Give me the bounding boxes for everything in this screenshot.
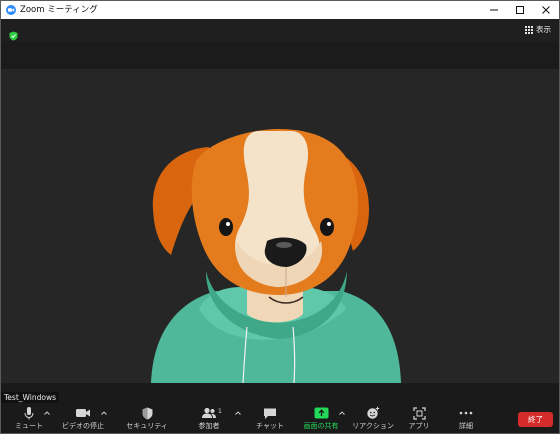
- close-button[interactable]: [533, 1, 559, 19]
- security-shield-icon: [142, 407, 152, 419]
- window-title: Zoom ミーティング: [20, 5, 98, 15]
- video-camera-icon: [76, 409, 90, 417]
- view-label: 表示: [536, 25, 551, 34]
- title-bar: Zoom ミーティング: [1, 1, 559, 19]
- participants-options-caret[interactable]: [234, 409, 242, 417]
- stop-video-label: ビデオの停止: [62, 422, 104, 430]
- more-label: 詳細: [459, 422, 473, 430]
- minimize-button[interactable]: [481, 1, 507, 19]
- end-meeting-button[interactable]: 終了: [518, 412, 553, 427]
- participants-label: 参加者: [198, 422, 220, 430]
- participant-name-tag: Test_Windows: [1, 392, 59, 403]
- microphone-icon: [24, 407, 34, 420]
- security-label: セキュリティ: [126, 422, 168, 430]
- chevron-up-icon: [101, 411, 107, 415]
- chevron-up-icon: [44, 411, 50, 415]
- minimize-icon: [490, 9, 498, 11]
- participants-button[interactable]: 1 参加者: [181, 405, 237, 433]
- chevron-up-icon: [235, 411, 241, 415]
- meeting-top-bar: 表示: [1, 19, 559, 41]
- participant-video: [1, 69, 559, 383]
- meeting-toolbar: ミュート ビデオの停止 セキュリティ 1 参加者 チャット 画面の共有 リアクシ…: [1, 403, 559, 433]
- more-button[interactable]: 詳細: [438, 405, 494, 433]
- chat-icon: [264, 408, 276, 419]
- share-screen-icon: [314, 407, 328, 419]
- apps-icon: [412, 406, 426, 420]
- maximize-button[interactable]: [507, 1, 533, 19]
- video-options-caret[interactable]: [100, 409, 108, 417]
- security-button[interactable]: セキュリティ: [119, 405, 175, 433]
- participants-count: 1: [218, 408, 222, 415]
- zoom-logo-icon: [6, 5, 16, 15]
- view-button[interactable]: 表示: [525, 25, 551, 34]
- participants-icon: [202, 407, 216, 418]
- mute-options-caret[interactable]: [43, 409, 51, 417]
- zoom-meeting-window: Zoom ミーティング 表示 Test_Windows ミュート ビデオの停止 …: [0, 0, 560, 434]
- more-icon: [459, 411, 473, 415]
- close-icon: [542, 6, 550, 14]
- video-stage: [1, 41, 559, 383]
- reaction-icon: [367, 406, 380, 419]
- grid-view-icon: [525, 25, 533, 34]
- dog-avatar-image: [151, 129, 401, 383]
- maximize-icon: [516, 6, 524, 14]
